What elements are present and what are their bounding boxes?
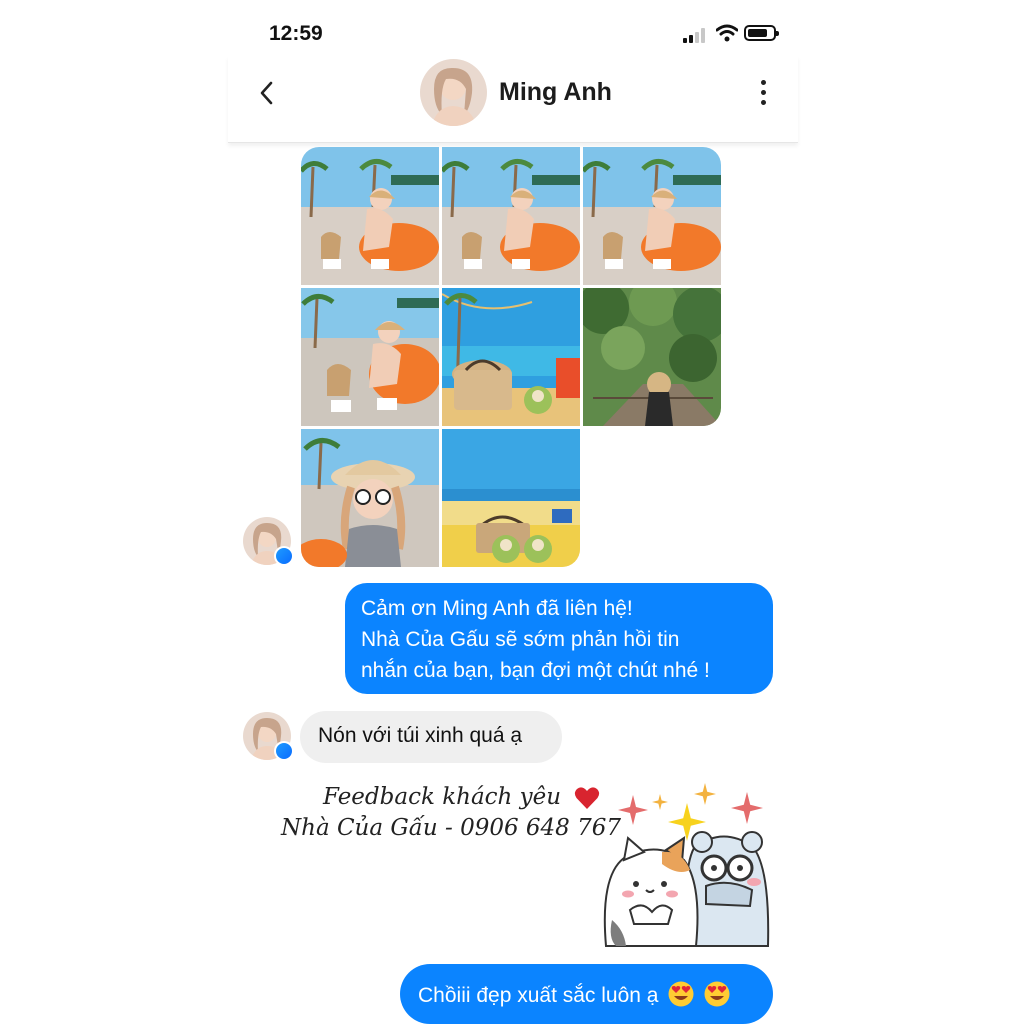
message-line: nhắn của bạn, bạn đợi một chút nhé ! [361,659,710,682]
battery-icon [744,25,779,41]
back-button[interactable] [252,78,282,108]
chat-header: Ming Anh [228,56,798,143]
gallery-photo[interactable] [583,147,721,285]
contact-name[interactable]: Ming Anh [499,78,612,107]
message-text: Chồiii đẹp xuất sắc luôn ạ [418,984,659,1007]
message-text: Nón với túi xinh quá ạ [318,724,523,747]
heart-eyes-emoji-icon [668,981,694,1007]
contact-avatar[interactable] [420,59,487,126]
red-heart-icon [575,787,600,809]
incoming-message-bubble[interactable]: Nón với túi xinh quá ạ [300,711,562,763]
gallery-photo[interactable] [442,288,580,426]
gallery-photo[interactable] [301,147,439,285]
beach-bag-photo-icon [442,288,580,426]
heart-eyes-emoji-icon [704,981,730,1007]
beach-photo-icon [301,147,439,285]
gallery-photo[interactable] [442,147,580,285]
message-line: Cảm ơn Ming Anh đã liên hệ! [361,597,633,620]
photo-gallery [301,147,721,567]
beach-bag-photo-icon [442,429,580,567]
sparkle-icon [652,794,668,810]
wifi-icon [716,24,738,42]
feedback-caption: Feedback khách yêu [323,784,600,810]
beach-photo-icon [301,429,439,567]
outgoing-message-bubble[interactable]: Chồiii đẹp xuất sắc luôn ạ [400,964,773,1024]
feedback-contact: Nhà Của Gấu - 0906 648 767 [281,815,622,841]
cellular-signal-icon [683,28,707,43]
beach-photo-icon [301,288,439,426]
gallery-photo[interactable] [301,288,439,426]
cat-and-bear-sticker-icon [603,831,770,947]
chat-screen: 12:59 Ming Anh Cảm ơn Ming Anh đã liên h… [228,0,798,1024]
messenger-badge-icon [274,546,294,566]
gallery-photo[interactable] [301,429,439,567]
messenger-badge-icon [274,741,294,761]
beach-photo-icon [442,147,580,285]
beach-photo-icon [583,147,721,285]
status-bar: 12:59 [228,0,798,60]
feedback-title: Feedback khách yêu [323,784,562,810]
status-time: 12:59 [269,22,323,45]
sparkle-icon [694,783,716,805]
message-line: Nhà Của Gấu sẽ sớm phản hồi tin [361,628,680,651]
gallery-photo[interactable] [442,429,580,567]
gallery-photo[interactable] [583,288,721,426]
forest-photo-icon [583,288,721,426]
more-options-icon[interactable] [758,80,770,106]
outgoing-message-bubble[interactable]: Cảm ơn Ming Anh đã liên hệ! Nhà Của Gấu … [345,583,773,694]
